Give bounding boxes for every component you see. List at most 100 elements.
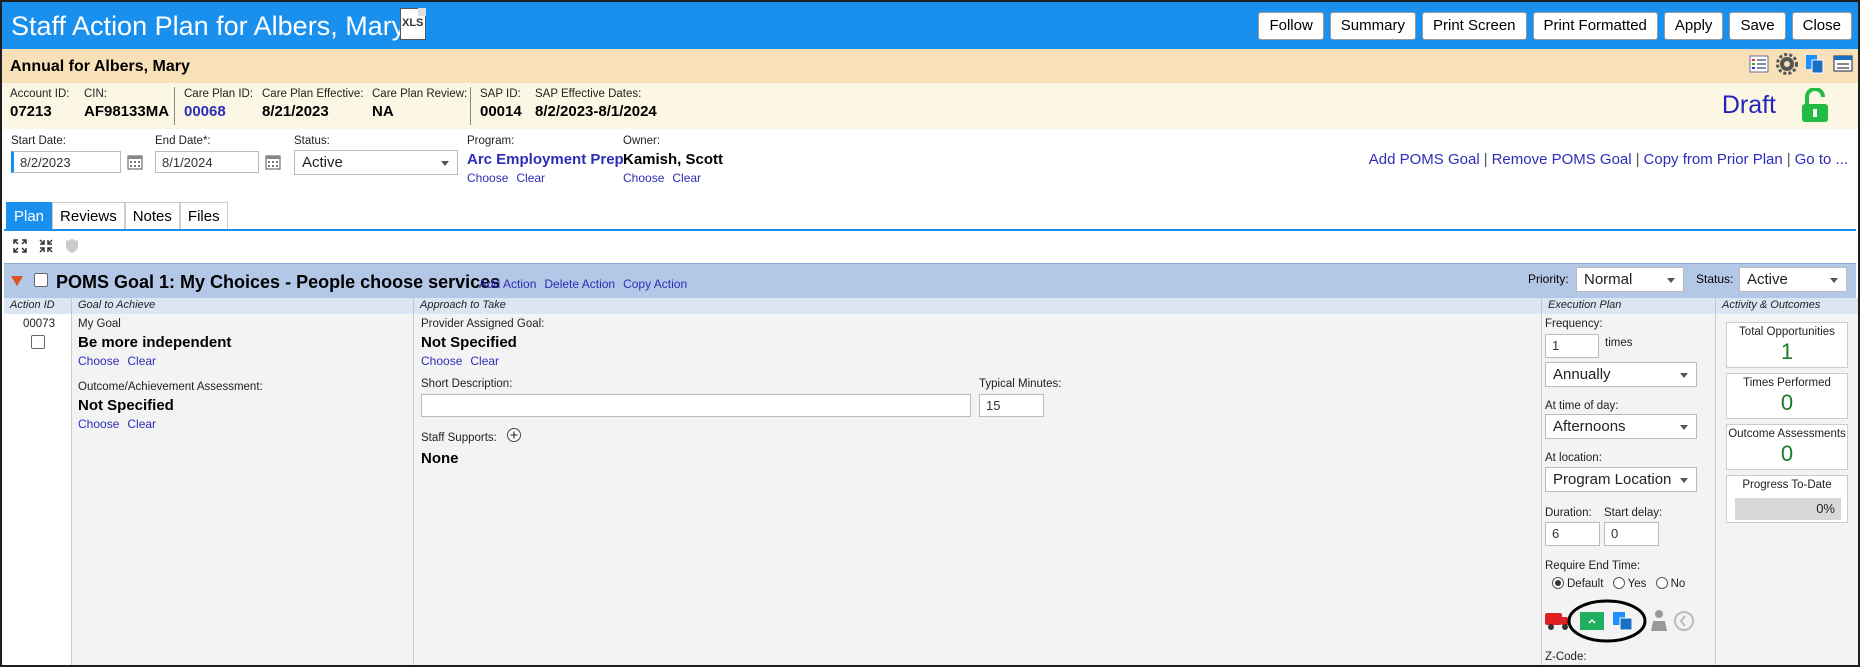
end-date-input[interactable]: 8/1/2024 [155,151,259,173]
copy-prior-plan-link[interactable]: Copy from Prior Plan [1644,151,1783,168]
care-plan-id-field: Care Plan ID: 00068 [184,88,253,120]
expand-all-icon[interactable] [12,238,28,254]
col-header-action-id: Action ID [4,298,72,314]
outcome-assessments-value: 0 [1780,441,1794,466]
owner-clear-link[interactable]: Clear [672,171,701,185]
my-goal-choose-link[interactable]: Choose [78,354,119,368]
typical-minutes-input[interactable]: 15 [979,394,1044,417]
unlock-icon[interactable] [1798,88,1832,124]
program-clear-link[interactable]: Clear [516,171,545,185]
time-of-day-select[interactable]: Afternoons [1545,414,1697,439]
add-circle-icon[interactable] [506,427,522,443]
list-view-icon[interactable] [1748,53,1770,75]
my-goal-clear-link[interactable]: Clear [127,354,156,368]
go-to-link[interactable]: Go to ... [1795,151,1848,168]
summary-button[interactable]: Summary [1329,12,1416,40]
provider-goal-clear-link[interactable]: Clear [470,354,499,368]
radio-yes[interactable] [1612,577,1625,589]
provider-goal-label: Provider Assigned Goal: [421,318,545,330]
total-opportunities-card: Total Opportunities 1 [1726,322,1848,368]
action-checkbox[interactable] [31,335,45,349]
priority-select[interactable]: Normal [1576,267,1684,292]
divider [470,87,471,125]
program-link[interactable]: Arc Employment Prep [467,151,624,168]
print-formatted-button[interactable]: Print Formatted [1532,12,1658,40]
account-id-field: Account ID: 07213 [10,88,69,120]
sap-id-label: SAP ID: [480,88,521,100]
apply-button[interactable]: Apply [1663,12,1724,40]
short-description-input[interactable] [421,394,971,417]
program-actions: Choose Clear [467,171,553,185]
plan-state-label: Draft [1721,91,1776,119]
z-code-label: Z-Code: [1545,651,1587,663]
provider-goal-choose-link[interactable]: Choose [421,354,462,368]
gear-icon[interactable] [1776,53,1798,75]
action-id-value: 00073 [23,318,55,330]
end-date-label: End Date*: [155,135,211,147]
tab-underline [4,229,1856,231]
outcome-assessments-card: Outcome Assessments 0 [1726,424,1848,470]
account-id-label: Account ID: [10,88,70,100]
progress-bar: 0% [1735,498,1841,520]
goal-checkbox[interactable] [34,273,48,287]
xls-label: XLS [402,17,424,29]
care-plan-id-label: Care Plan ID: [184,88,254,100]
link-separator: | [1483,151,1488,168]
start-delay-input[interactable]: 0 [1604,522,1659,546]
collapse-triangle-icon[interactable] [11,276,23,286]
care-plan-review-field: Care Plan Review: NA [372,88,467,120]
xls-export-icon[interactable]: XLS [400,8,426,40]
owner-value: Kamish, Scott [623,151,724,168]
plan-action-links: Add POMS Goal | Remove POMS Goal | Copy from… [1369,151,1848,168]
tab-reviews[interactable]: Reviews [52,202,125,230]
my-goal-actions: Choose Clear [78,354,164,368]
save-button[interactable]: Save [1729,12,1786,40]
collapse-all-icon[interactable] [38,238,54,254]
add-poms-goal-link[interactable]: Add POMS Goal [1369,151,1480,168]
frequency-input[interactable]: 1 [1545,334,1599,358]
cin-label: CIN: [84,88,107,100]
sap-dates-label: SAP Effective Dates: [535,88,642,100]
radio-default[interactable] [1552,577,1564,589]
duration-label: Duration: [1545,507,1592,519]
owner-actions: Choose Clear [623,171,709,185]
calendar-icon[interactable] [127,154,143,170]
close-button[interactable]: Close [1791,12,1852,40]
outcome-actions: Choose Clear [78,417,164,431]
program-label: Program: [467,135,515,147]
owner-choose-link[interactable]: Choose [623,171,664,185]
calendar-icon[interactable] [265,154,281,170]
goal-status-select[interactable]: Active [1739,267,1847,292]
start-date-label: Start Date: [11,135,66,147]
delete-action-link[interactable]: Delete Action [544,277,615,291]
duration-input[interactable]: 6 [1545,522,1600,546]
start-date-input[interactable]: 8/2/2023 [11,151,121,173]
copy-action-link[interactable]: Copy Action [623,277,687,291]
frequency-period-select[interactable]: Annually [1545,362,1697,387]
link-separator: | [1635,151,1640,168]
start-delay-label: Start delay: [1604,507,1663,519]
remove-poms-goal-link[interactable]: Remove POMS Goal [1492,151,1632,168]
outcome-choose-link[interactable]: Choose [78,417,119,431]
program-choose-link[interactable]: Choose [467,171,508,185]
tab-files[interactable]: Files [179,202,228,230]
copy-documents-icon[interactable] [1804,53,1826,75]
col-header-execution: Execution Plan [1542,298,1716,314]
care-plan-id-link[interactable]: 00068 [184,103,253,120]
clock-back-icon [1674,611,1694,631]
my-goal-value: Be more independent [78,334,232,351]
location-select[interactable]: Program Location [1545,467,1697,492]
follow-button[interactable]: Follow [1258,12,1324,40]
short-description-label: Short Description: [421,378,513,390]
print-screen-button[interactable]: Print Screen [1421,12,1527,40]
status-select[interactable]: Active [294,150,458,175]
plan-info-strip: Account ID: 07213 CIN: AF98133MA Care Pl… [2,83,1858,129]
goal-title: POMS Goal 1: My Choices - People choose … [56,272,501,292]
radio-no[interactable] [1655,577,1668,589]
outcome-clear-link[interactable]: Clear [127,417,156,431]
window-view-icon[interactable] [1832,53,1854,75]
add-action-link[interactable]: Add Action [479,277,536,291]
status-label: Status: [294,135,330,147]
tab-plan[interactable]: Plan [6,202,53,230]
tab-notes[interactable]: Notes [124,202,180,230]
